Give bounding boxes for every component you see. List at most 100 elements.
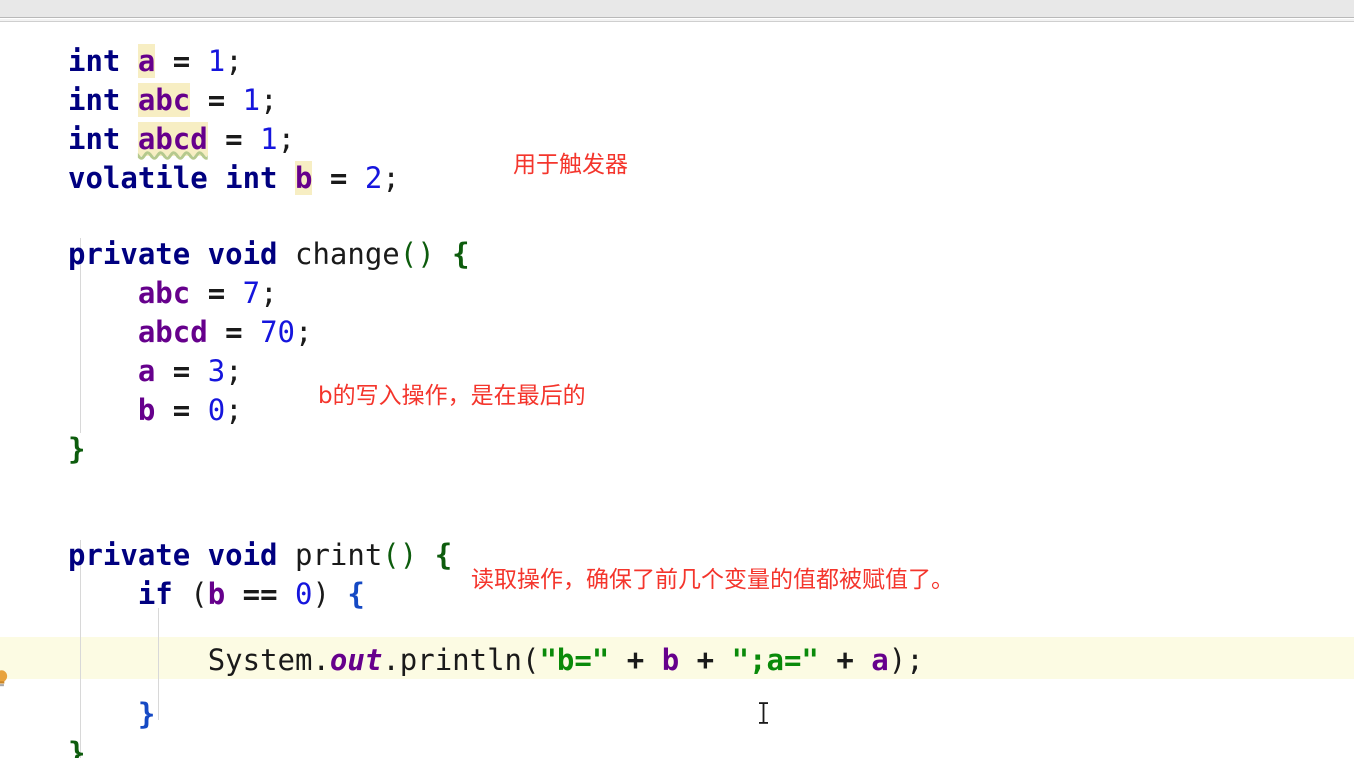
code-token: { <box>452 237 470 271</box>
code-token: out <box>329 643 383 677</box>
code-line-2[interactable]: int abc = 1; <box>0 80 1354 120</box>
code-token: volatile int <box>68 161 278 195</box>
code-token: ) <box>312 577 330 611</box>
code-token: ; <box>225 44 243 78</box>
code-line-15[interactable]: } <box>0 733 1354 758</box>
code-line-5[interactable]: private void change() { <box>0 234 1354 274</box>
text-ibeam-cursor <box>759 702 768 724</box>
code-token: ";a=" <box>731 643 819 677</box>
code-token: () <box>399 237 435 271</box>
code-token: int <box>68 122 121 156</box>
code-line-7[interactable]: abcd = 70; <box>0 312 1354 352</box>
code-token: abc <box>137 83 191 117</box>
code-line-9[interactable]: b = 0; <box>0 390 1354 430</box>
code-line-10[interactable]: } <box>0 429 1354 469</box>
code-editor-window: int a = 1; int abc = 1; int abcd = 1; volat… <box>0 0 1354 758</box>
toolbar-separator <box>0 19 1354 22</box>
code-token: + <box>818 643 872 677</box>
code-token: 70 <box>260 315 295 349</box>
code-token: { <box>434 538 453 572</box>
code-token: } <box>137 697 156 731</box>
code-line-1[interactable]: int a = 1; <box>0 41 1354 81</box>
code-token: 1 <box>260 122 278 156</box>
code-token: int <box>68 44 121 78</box>
code-token: ( <box>522 643 540 677</box>
code-token: b <box>207 577 226 611</box>
annot-write: b的写入操作，是在最后的 <box>318 383 586 409</box>
annot-trigger: 用于触发器 <box>513 152 628 178</box>
code-token: = <box>207 122 261 156</box>
code-token: println <box>399 643 522 677</box>
code-token: = <box>207 315 261 349</box>
code-token: ; <box>277 122 296 156</box>
code-token: ); <box>888 643 924 677</box>
code-token: print <box>294 538 383 572</box>
code-token: + <box>679 643 732 677</box>
code-token: ; <box>225 393 243 427</box>
code-token: abcd <box>137 122 208 156</box>
code-line-14[interactable]: } <box>0 694 1354 734</box>
code-token: abcd <box>137 315 208 349</box>
toolbar-strip[interactable] <box>0 0 1354 18</box>
code-token: 1 <box>207 44 226 78</box>
code-token: abc <box>137 276 191 310</box>
code-line-13[interactable]: System.out.println("b=" + b + ";a=" + a)… <box>0 640 1354 680</box>
editor-area[interactable]: int a = 1; int abc = 1; int abcd = 1; volat… <box>0 23 1354 758</box>
annot-read: 读取操作，确保了前几个变量的值都被赋值了。 <box>471 567 954 593</box>
code-token: + <box>609 643 662 677</box>
code-token: ; <box>382 161 400 195</box>
code-token: ; <box>295 315 313 349</box>
code-token: "b=" <box>539 643 610 677</box>
code-token: } <box>68 432 86 466</box>
code-token: = <box>312 161 365 195</box>
code-token: = <box>190 276 243 310</box>
code-token: ( <box>190 577 208 611</box>
code-token: } <box>68 736 86 758</box>
code-token: 1 <box>242 83 261 117</box>
code-token: = <box>155 354 208 388</box>
code-token: a <box>137 354 156 388</box>
code-token: () <box>382 538 418 572</box>
code-token: . <box>382 643 400 677</box>
lightbulb-intention-icon[interactable] <box>0 669 9 688</box>
code-token: b <box>294 161 313 195</box>
code-line-4[interactable]: volatile int b = 2; <box>0 158 1354 198</box>
code-token: ; <box>260 276 278 310</box>
code-token: b <box>661 643 680 677</box>
code-line-8[interactable]: a = 3; <box>0 351 1354 391</box>
code-line-3[interactable]: int abcd = 1; <box>0 119 1354 159</box>
code-token: = <box>155 44 208 78</box>
code-token: b <box>137 393 156 427</box>
code-token: ; <box>225 354 243 388</box>
code-token: { <box>347 577 365 611</box>
code-token: = <box>190 83 243 117</box>
code-token: private void <box>68 237 278 271</box>
code-token: 0 <box>295 577 313 611</box>
code-token: 7 <box>242 276 261 310</box>
code-token: 3 <box>207 354 226 388</box>
code-token: private void <box>68 538 278 572</box>
code-token: = <box>155 393 208 427</box>
code-token: a <box>137 44 156 78</box>
code-token: System <box>207 643 313 677</box>
code-token: change <box>294 237 400 271</box>
code-token: a <box>871 643 889 677</box>
code-token: . <box>312 643 330 677</box>
code-line-6[interactable]: abc = 7; <box>0 273 1354 313</box>
